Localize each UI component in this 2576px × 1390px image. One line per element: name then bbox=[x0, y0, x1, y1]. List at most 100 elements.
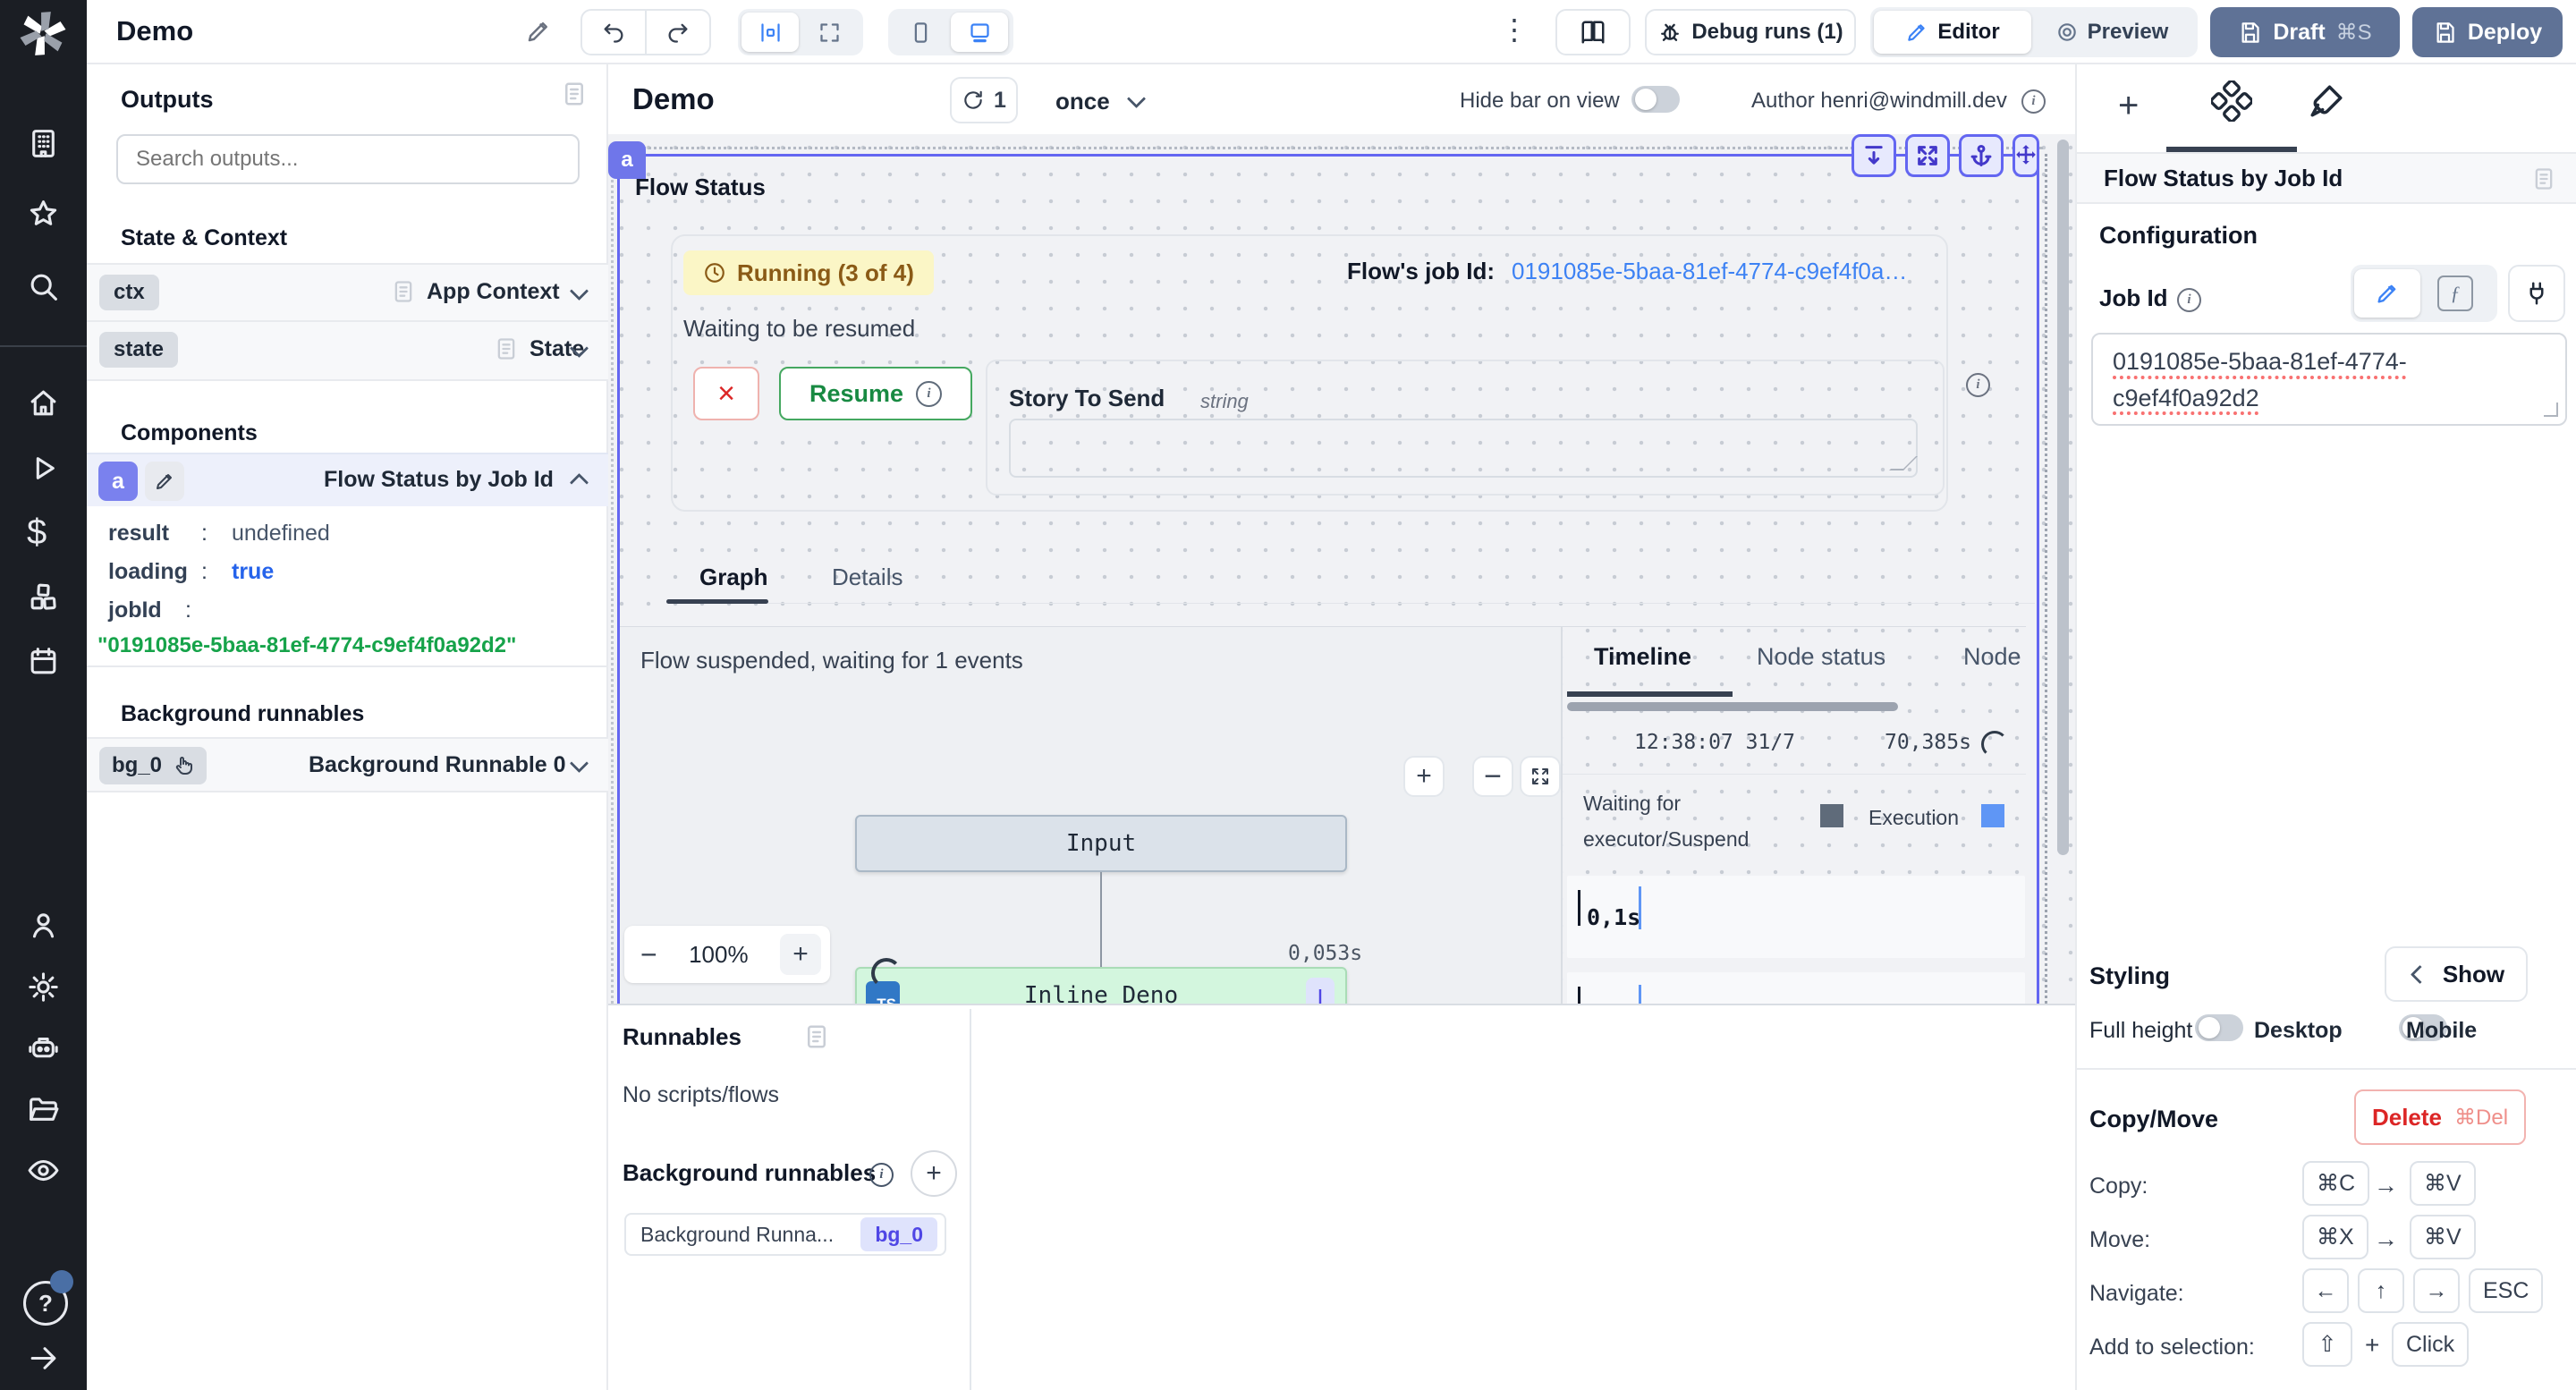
deploy-button[interactable]: Deploy bbox=[2412, 7, 2563, 57]
ctx-chevron-down-icon[interactable] bbox=[570, 282, 589, 301]
workers-robot-icon[interactable] bbox=[27, 1031, 60, 1064]
kbd-move-1: ⌘X bbox=[2302, 1215, 2368, 1259]
home-icon[interactable] bbox=[27, 386, 60, 420]
result-key: result bbox=[108, 521, 169, 547]
variables-dollar-icon[interactable]: $ bbox=[27, 514, 47, 550]
edit-title-pencil-icon[interactable] bbox=[525, 18, 552, 45]
windmill-logo-icon[interactable] bbox=[16, 5, 70, 59]
insert-row-button[interactable] bbox=[1852, 134, 1896, 177]
fullwidth-layout-button[interactable] bbox=[801, 13, 858, 52]
refresh-count: 1 bbox=[994, 88, 1006, 114]
favorites-star-icon[interactable] bbox=[27, 198, 60, 231]
styling-show-button[interactable]: Show bbox=[2385, 946, 2528, 1002]
settings-gear-icon[interactable] bbox=[27, 970, 60, 1004]
component-settings-tab-icon[interactable] bbox=[2211, 81, 2252, 122]
tab-node-status[interactable]: Node status bbox=[1757, 643, 1885, 671]
runs-play-icon[interactable] bbox=[27, 452, 60, 485]
flow-graph-canvas[interactable]: Flow suspended, waiting for 1 events + −… bbox=[620, 626, 1561, 1004]
expand-component-button[interactable] bbox=[1905, 134, 1950, 177]
draft-button[interactable]: Draft ⌘S bbox=[2210, 7, 2400, 57]
move-component-button[interactable] bbox=[2012, 134, 2039, 177]
selection-label: Add to selection: bbox=[2089, 1335, 2255, 1360]
fx-mode-button[interactable]: ƒ bbox=[2422, 269, 2488, 318]
runnables-doc-icon[interactable] bbox=[803, 1023, 830, 1050]
tab-details[interactable]: Details bbox=[832, 564, 902, 591]
static-mode-pencil-button[interactable] bbox=[2354, 269, 2420, 318]
component-chevron-up-icon[interactable] bbox=[570, 473, 589, 492]
folders-icon[interactable] bbox=[27, 1093, 60, 1126]
timeline-h-scrollbar[interactable] bbox=[1567, 702, 1898, 711]
bg-chevron-down-icon[interactable] bbox=[570, 754, 589, 773]
more-menu-kebab-icon[interactable]: ⋮ bbox=[1500, 13, 1529, 47]
add-bg-runnable-button[interactable]: + bbox=[911, 1150, 957, 1197]
styling-tab-brush-icon[interactable] bbox=[2308, 82, 2345, 120]
save-floppy-icon bbox=[2238, 21, 2262, 45]
legend-waiting-swatch bbox=[1820, 804, 1843, 827]
jobid-resize-handle[interactable] bbox=[2544, 403, 2558, 417]
delete-button[interactable]: Delete ⌘Del bbox=[2354, 1089, 2526, 1145]
workspace-building-icon[interactable] bbox=[27, 127, 60, 160]
mobile-view-button[interactable] bbox=[892, 13, 949, 52]
node-suffix-badge: I bbox=[1306, 978, 1335, 1004]
jobid-value-textarea[interactable]: 0191085e-5baa-81ef-4774- c9ef4f0a92d2 bbox=[2091, 333, 2567, 426]
author-info-icon[interactable]: i bbox=[2021, 89, 2046, 114]
full-height-label: Full height bbox=[2089, 1018, 2192, 1044]
component-output-values: result : undefined loading : true jobId … bbox=[87, 506, 608, 667]
graph-node-input[interactable]: Input bbox=[855, 815, 1347, 872]
jobid-info-icon[interactable]: i bbox=[2177, 288, 2201, 312]
bg-runnable-card[interactable]: Background Runna... bg_0 bbox=[624, 1213, 946, 1256]
device-toggle bbox=[888, 9, 1013, 55]
search-icon[interactable] bbox=[27, 270, 60, 303]
resume-button[interactable]: Resume i bbox=[779, 367, 972, 420]
desktop-view-button[interactable] bbox=[951, 13, 1008, 52]
preview-label: Preview bbox=[2088, 20, 2169, 45]
hide-bar-toggle[interactable] bbox=[1631, 86, 1680, 113]
docs-book-button[interactable] bbox=[1555, 9, 1631, 55]
collapse-arrow-icon[interactable] bbox=[27, 1342, 60, 1375]
state-row[interactable]: state State bbox=[87, 322, 608, 381]
audit-eye-icon[interactable] bbox=[27, 1154, 60, 1187]
refresh-count-box[interactable]: 1 bbox=[950, 77, 1018, 123]
preview-tab[interactable]: Preview bbox=[2033, 11, 2190, 54]
bottom-panel-divider[interactable] bbox=[970, 1009, 971, 1390]
undo-redo-group bbox=[580, 9, 711, 55]
component-edit-pencil-icon[interactable] bbox=[145, 462, 184, 501]
resources-cubes-icon[interactable] bbox=[27, 581, 60, 614]
user-icon[interactable] bbox=[27, 909, 60, 942]
schedules-calendar-icon[interactable] bbox=[27, 645, 60, 678]
ctx-row[interactable]: ctx App Context bbox=[87, 263, 608, 322]
flow-job-id-link[interactable]: 0191085e-5baa-81ef-4774-c9ef4f0a… bbox=[1512, 258, 1907, 285]
insert-component-tab-plus-icon[interactable]: + bbox=[2118, 88, 2139, 123]
tab-node-def[interactable]: Node bbox=[1963, 643, 2021, 671]
graph-zoom-out-button[interactable]: − bbox=[1472, 756, 1513, 797]
redo-button[interactable] bbox=[647, 20, 709, 45]
search-outputs-input[interactable] bbox=[116, 134, 580, 184]
result-colon: : bbox=[201, 521, 208, 547]
connect-plug-button[interactable] bbox=[2508, 265, 2565, 322]
jobid-value: "0191085e-5baa-81ef-4774-c9ef4f0a92d2" bbox=[97, 633, 516, 658]
full-height-toggle[interactable] bbox=[2195, 1014, 2243, 1041]
centered-layout-button[interactable] bbox=[741, 13, 799, 52]
component-row-selected[interactable]: a Flow Status by Job Id bbox=[87, 453, 608, 506]
story-textarea[interactable] bbox=[1009, 419, 1918, 478]
editor-tab[interactable]: Editor bbox=[1874, 11, 2031, 54]
cancel-button[interactable]: × bbox=[693, 367, 759, 420]
undo-button[interactable] bbox=[582, 20, 645, 45]
graph-zoom-in-button[interactable]: + bbox=[1403, 756, 1445, 797]
zoom-out-minus[interactable]: − bbox=[640, 938, 657, 971]
graph-node-inline-deno[interactable]: TS Inline Deno I bbox=[855, 967, 1347, 1004]
ctx-doc-icon bbox=[391, 279, 416, 304]
canvas-scrollbar[interactable] bbox=[2057, 140, 2069, 855]
debug-runs-button[interactable]: Debug runs (1) bbox=[1645, 9, 1856, 55]
anchor-component-button[interactable] bbox=[1959, 134, 2004, 177]
bg-runnables-info-icon[interactable]: i bbox=[869, 1163, 894, 1187]
outputs-doc-icon[interactable] bbox=[561, 81, 588, 107]
legend-waiting-line2: executor/Suspend bbox=[1583, 827, 1749, 852]
graph-fit-view-button[interactable] bbox=[1520, 756, 1561, 797]
tab-timeline[interactable]: Timeline bbox=[1594, 643, 1691, 671]
bg-runnable-row[interactable]: bg_0 Background Runnable 0 bbox=[87, 737, 608, 792]
tab-graph[interactable]: Graph bbox=[699, 564, 768, 591]
zoom-in-plus[interactable]: + bbox=[780, 934, 821, 975]
component-doc-icon[interactable] bbox=[2531, 166, 2556, 191]
refresh-mode-select[interactable]: once bbox=[1055, 88, 1143, 115]
